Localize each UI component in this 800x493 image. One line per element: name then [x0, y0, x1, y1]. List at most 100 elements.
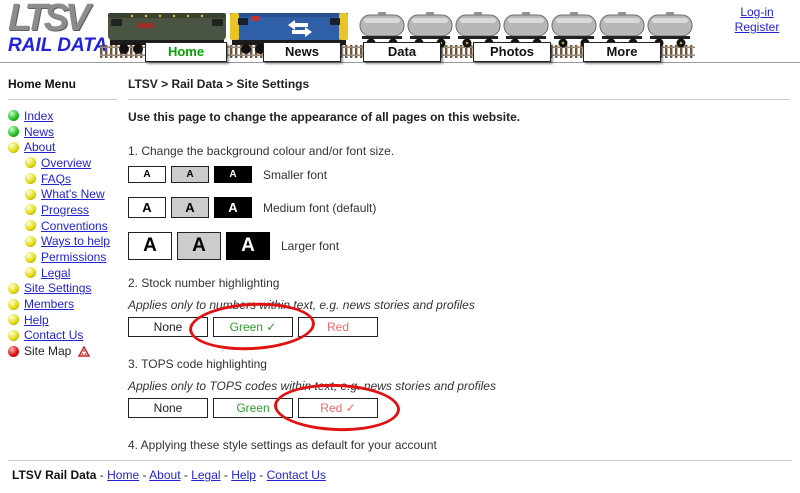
footer-separator: -	[139, 468, 149, 482]
logo-rail-data-text: RAIL DATA	[8, 36, 107, 56]
large-font-white-bg-button[interactable]: A	[128, 232, 172, 260]
medium-font-black-bg-button[interactable]: A	[214, 197, 252, 218]
stock-highlight-red-button[interactable]: Red	[298, 317, 378, 337]
breadcrumb: LTSV > Rail Data > Site Settings	[128, 77, 790, 91]
page-root: LTSV RAIL DATA	[0, 0, 800, 493]
yellow-bullet-icon	[8, 299, 19, 310]
small-font-white-bg-button[interactable]: A	[128, 166, 166, 183]
sidebar-item-permissions[interactable]: Permissions	[8, 249, 125, 265]
auth-links: Log-in Register	[724, 5, 790, 35]
section2-heading: 2. Stock number highlighting	[128, 276, 790, 290]
nav-tab-data[interactable]: Data	[363, 42, 441, 62]
small-font-black-bg-button[interactable]: A	[214, 166, 252, 183]
login-link[interactable]: Log-in	[724, 5, 790, 20]
medium-font-white-bg-button[interactable]: A	[128, 197, 166, 218]
sidebar-item-site-map: Site Map	[8, 343, 125, 359]
sidebar-item-faqs[interactable]: FAQs	[8, 171, 125, 187]
sidebar-item-members[interactable]: Members	[8, 296, 125, 312]
green-bullet-icon	[8, 110, 19, 121]
footer-separator: -	[181, 468, 192, 482]
footer-link-about[interactable]: About	[149, 468, 180, 482]
footer-separator: -	[96, 468, 107, 482]
large-font-black-bg-button[interactable]: A	[226, 232, 270, 260]
register-link[interactable]: Register	[724, 20, 790, 35]
sidebar-item-label[interactable]: Help	[24, 313, 49, 327]
sidebar-item-label[interactable]: Site Settings	[24, 281, 91, 295]
sidebar-item-whats-new[interactable]: What's New	[8, 186, 125, 202]
yellow-bullet-icon	[25, 173, 36, 184]
footer-separator: -	[221, 468, 232, 482]
sidebar-item-progress[interactable]: Progress	[8, 202, 125, 218]
sidebar-item-label[interactable]: Permissions	[41, 250, 106, 264]
sidebar-item-label[interactable]: Ways to help	[41, 234, 110, 248]
sidebar-item-contact-us[interactable]: Contact Us	[8, 328, 125, 344]
sidebar-item-label[interactable]: About	[24, 140, 55, 154]
tops-highlight-green-button[interactable]: Green	[213, 398, 293, 418]
yellow-bullet-icon	[25, 189, 36, 200]
sidebar-item-label[interactable]: Index	[24, 109, 53, 123]
nav-tab-photos[interactable]: Photos	[473, 42, 551, 62]
sidebar-item-help[interactable]: Help	[8, 312, 125, 328]
stock-highlight-options: None Green ✓ Red	[128, 317, 378, 337]
tops-highlight-red-button[interactable]: Red ✓	[298, 398, 378, 418]
section3-heading: 3. TOPS code highlighting	[128, 357, 790, 371]
sidebar-item-conventions[interactable]: Conventions	[8, 218, 125, 234]
nav-tab-news[interactable]: News	[263, 42, 341, 62]
sidebar-item-label: Site Map	[24, 344, 71, 358]
large-font-gray-bg-button[interactable]: A	[177, 232, 221, 260]
sidebar-item-label[interactable]: Contact Us	[24, 328, 83, 342]
yellow-bullet-icon	[8, 142, 19, 153]
sidebar-item-label[interactable]: What's New	[41, 187, 105, 201]
sidebar-item-ways-to-help[interactable]: Ways to help	[8, 234, 125, 250]
yellow-bullet-icon	[25, 157, 36, 168]
section1-heading: 1. Change the background colour and/or f…	[128, 144, 790, 158]
stock-highlight-green-button[interactable]: Green ✓	[213, 317, 293, 337]
section4-heading: 4. Applying these style settings as defa…	[128, 438, 790, 452]
site-logo[interactable]: LTSV RAIL DATA	[8, 0, 107, 56]
sidebar-item-label[interactable]: Progress	[41, 203, 89, 217]
sidebar-item-label[interactable]: FAQs	[41, 172, 71, 186]
sidebar-item-index[interactable]: Index	[8, 108, 125, 124]
sidebar-item-label[interactable]: News	[24, 125, 54, 139]
small-font-gray-bg-button[interactable]: A	[171, 166, 209, 183]
sidebar-item-overview[interactable]: Overview	[8, 155, 125, 171]
stock-highlight-none-button[interactable]: None	[128, 317, 208, 337]
sidebar-item-about[interactable]: About	[8, 139, 125, 155]
footer-links: LTSV Rail Data - Home - About - Legal - …	[0, 468, 800, 482]
yellow-bullet-icon	[8, 314, 19, 325]
footer-link-contact-us[interactable]: Contact Us	[267, 468, 326, 482]
tops-highlight-options: None Green Red ✓	[128, 398, 378, 418]
footer-link-legal[interactable]: Legal	[191, 468, 220, 482]
nav-tab-more[interactable]: More	[583, 42, 661, 62]
medium-font-gray-bg-button[interactable]: A	[171, 197, 209, 218]
large-font-label: Larger font	[281, 239, 339, 253]
footer-link-help[interactable]: Help	[231, 468, 256, 482]
yellow-bullet-icon	[25, 204, 36, 215]
footer-link-home[interactable]: Home	[107, 468, 139, 482]
yellow-bullet-icon	[25, 220, 36, 231]
footer-brand: LTSV Rail Data	[12, 468, 96, 482]
sidebar-title: Home Menu	[8, 71, 125, 93]
sidebar-item-label[interactable]: Conventions	[41, 219, 108, 233]
sidebar-item-legal[interactable]: Legal	[8, 265, 125, 281]
main-content: LTSV > Rail Data > Site Settings Use thi…	[125, 63, 800, 492]
yellow-bullet-icon	[25, 267, 36, 278]
sidebar-item-label[interactable]: Legal	[41, 266, 70, 280]
sidebar: Home Menu Index News About Overview FAQs	[0, 63, 125, 359]
sidebar-item-news[interactable]: News	[8, 124, 125, 140]
page-intro: Use this page to change the appearance o…	[128, 110, 790, 124]
tops-highlight-none-button[interactable]: None	[128, 398, 208, 418]
small-font-label: Smaller font	[263, 168, 327, 182]
site-footer: LTSV Rail Data - Home - About - Legal - …	[0, 460, 800, 493]
font-size-row-large: A A A Larger font	[128, 232, 790, 260]
yellow-bullet-icon	[8, 330, 19, 341]
green-bullet-icon	[8, 126, 19, 137]
logo-ltsv-text: LTSV	[8, 0, 107, 36]
sidebar-item-site-settings[interactable]: Site Settings	[8, 281, 125, 297]
warning-triangle-icon	[78, 346, 90, 357]
sidebar-item-label[interactable]: Members	[24, 297, 74, 311]
sidebar-divider	[8, 99, 117, 100]
yellow-bullet-icon	[25, 236, 36, 247]
nav-tab-home[interactable]: Home	[145, 42, 227, 62]
sidebar-item-label[interactable]: Overview	[41, 156, 91, 170]
